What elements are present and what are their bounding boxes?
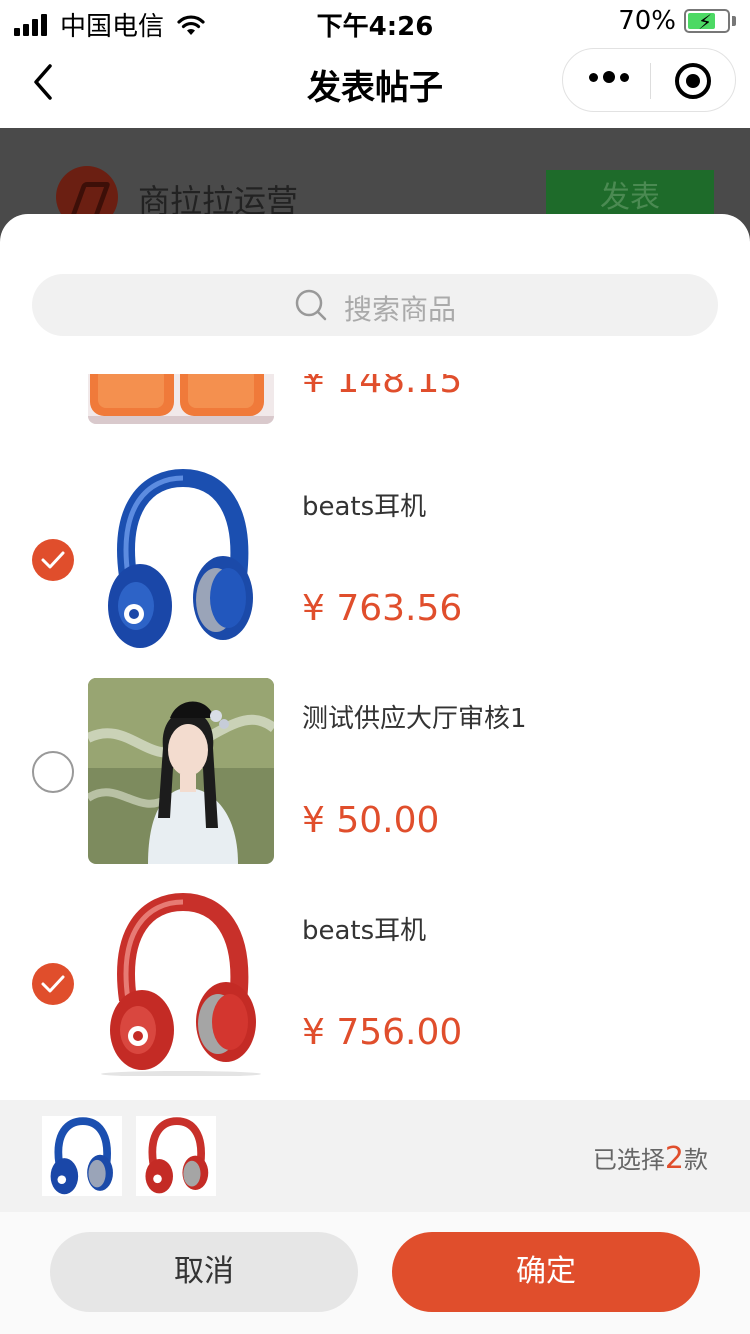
status-bar: 中国电信 下午4:26 70% ⚡ xyxy=(0,0,750,42)
product-price: ¥ 756.00 xyxy=(302,1012,463,1053)
product-item[interactable]: 测试供应大厅审核1 ¥ 50.00 xyxy=(0,674,750,886)
charging-icon: ⚡ xyxy=(698,10,713,34)
product-item[interactable]: beats耳机 ¥ 763.56 xyxy=(0,462,750,674)
cancel-button[interactable]: 取消 xyxy=(50,1232,358,1312)
product-price: ¥ 50.00 xyxy=(302,800,440,841)
close-miniprogram-icon[interactable] xyxy=(675,63,711,99)
selected-count-text: 已选择2款 xyxy=(593,1140,708,1176)
unchecked-icon[interactable] xyxy=(32,751,74,793)
product-image xyxy=(88,890,274,1076)
selected-thumb[interactable] xyxy=(136,1116,216,1196)
confirm-button[interactable]: 确定 xyxy=(392,1232,700,1312)
battery-percent: 70% xyxy=(618,6,676,36)
product-item[interactable]: beats耳机 ¥ 756.00 xyxy=(0,886,750,1098)
selected-summary: 已选择2款 xyxy=(0,1100,750,1212)
capsule-divider xyxy=(650,63,651,99)
product-item[interactable]: ¥ 148.15 xyxy=(0,374,750,446)
product-price: ¥ 148.15 xyxy=(302,374,463,401)
product-price: ¥ 763.56 xyxy=(302,588,463,629)
search-input[interactable]: 搜索商品 xyxy=(344,288,456,328)
more-icon[interactable] xyxy=(589,71,634,83)
product-name: beats耳机 xyxy=(302,492,427,522)
search-bar[interactable]: 搜索商品 xyxy=(32,274,718,336)
product-image xyxy=(88,678,274,864)
selected-count: 2 xyxy=(664,1141,684,1176)
checked-icon[interactable] xyxy=(32,539,74,581)
product-image xyxy=(88,466,274,652)
search-icon xyxy=(295,289,327,321)
selected-suffix: 款 xyxy=(684,1146,708,1174)
product-list[interactable]: ¥ 148.15 beats耳机 ¥ 763.56 测试供应大厅审核1 ¥ 50… xyxy=(0,374,750,1098)
product-image xyxy=(88,374,274,424)
selected-prefix: 已选择 xyxy=(592,1146,665,1174)
product-name: 测试供应大厅审核1 xyxy=(302,704,527,734)
product-picker-sheet: 搜索商品 ¥ 148.15 beats耳机 ¥ 763.56 测试供应大厅审核1… xyxy=(0,214,750,1334)
checked-icon[interactable] xyxy=(32,963,74,1005)
nav-bar: 发表帖子 xyxy=(0,40,750,128)
selected-thumb[interactable] xyxy=(42,1116,122,1196)
action-bar: 取消 确定 xyxy=(0,1212,750,1334)
battery-cap xyxy=(732,16,736,26)
status-right: 70% ⚡ xyxy=(618,6,736,36)
miniprogram-capsule xyxy=(562,48,736,112)
battery-icon: ⚡ xyxy=(684,9,730,34)
product-name: beats耳机 xyxy=(302,916,427,946)
